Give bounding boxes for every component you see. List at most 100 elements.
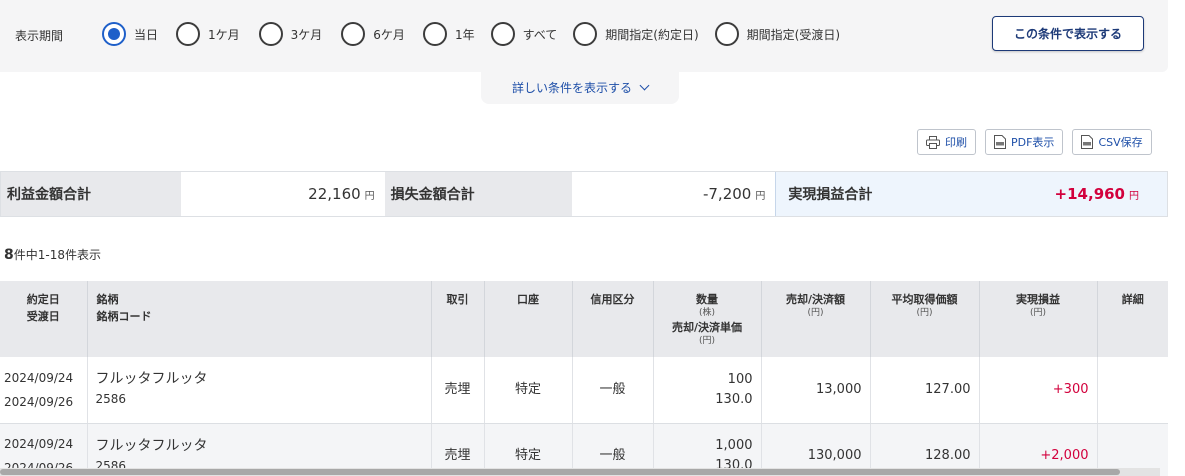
col-unit-price-unit: (円) — [698, 336, 716, 346]
realized-pl-table: 約定日受渡日 銘柄 銘柄コード 取引 口座 信用区分 数量 (株) 売却/決済単価 (円… — [0, 281, 1168, 476]
table-row: 2024/09/242024/09/26 フルッタフルッタ2586 売埋 特定 … — [0, 357, 1168, 424]
period-label: 表示期間 — [15, 29, 64, 43]
summary-bar: 利益金額合計 22,160 円 損失金額合計 -7,200 円 実現損益合計 +14… — [0, 171, 1168, 217]
print-button[interactable]: 印刷 — [917, 129, 976, 155]
loss-total-amount: -7,200 — [702, 185, 752, 203]
col-avg-label: 平均取得価額 — [891, 293, 958, 306]
stock-name: フルッタフルッタ — [95, 437, 208, 454]
table-header-row: 約定日受渡日 銘柄 銘柄コード 取引 口座 信用区分 数量 (株) 売却/決済単価 (円… — [0, 281, 1168, 357]
col-trade-date: 約定日 — [26, 293, 60, 306]
settle-date: 2024/09/26 — [4, 394, 74, 409]
radio-3month[interactable]: 3ケ月 — [258, 22, 323, 46]
col-name: 銘柄 銘柄コード — [87, 281, 432, 357]
col-amount-unit: (円) — [807, 308, 824, 318]
filter-panel: 表示期間 当日 1ケ月 3ケ月 6ケ月 1年 すべて 期間指定(約定日) 期間指… — [0, 0, 1168, 72]
more-conditions-label: 詳しい条件を表示する — [511, 80, 632, 95]
col-avg: 平均取得価額 (円) — [870, 281, 980, 357]
radio-circle-checked[interactable] — [102, 22, 126, 46]
margin-type: 一般 — [572, 357, 654, 424]
trade-date: 2024/09/24 — [4, 437, 74, 451]
realized-pl: +300 — [979, 357, 1098, 424]
csv-file-icon — [1081, 135, 1094, 149]
horizontal-scrollbar[interactable] — [0, 468, 1160, 476]
pdf-button[interactable]: PDF表示 — [985, 129, 1064, 155]
profit-total-amount: 22,160 — [308, 185, 361, 203]
quantity: 1,000 — [715, 438, 753, 453]
result-range-text: 件中1-18件表示 — [13, 248, 101, 262]
stock-code: 2586 — [95, 392, 127, 407]
col-qty-label: 数量 — [696, 293, 718, 306]
realized-pl-value: +14,960 円 — [1055, 185, 1139, 203]
trade-date: 2024/09/24 — [4, 370, 74, 385]
period-radio-group: 当日 1ケ月 3ケ月 6ケ月 1年 すべて 期間指定(約定日) 期間指定(受渡日… — [102, 22, 840, 46]
col-qty-unit: (株) — [698, 308, 716, 318]
radio-label: 6ケ月 — [373, 27, 405, 42]
result-total: 8 — [4, 247, 14, 263]
realized-pl-total: 実現損益合計 +14,960 円 — [775, 172, 1167, 216]
radio-1month[interactable]: 1ケ月 — [176, 22, 240, 46]
unit-price: 130.0 — [715, 391, 753, 407]
col-detail: 詳細 — [1097, 281, 1168, 357]
radio-all[interactable]: すべて — [490, 22, 558, 46]
radio-range-trade-date[interactable]: 期間指定(約定日) — [573, 22, 699, 46]
radio-label: 1年 — [454, 27, 475, 42]
apply-conditions-button[interactable]: この条件で表示する — [992, 16, 1144, 51]
radio-6month[interactable]: 6ケ月 — [341, 22, 405, 46]
realized-pl-label: 実現損益合計 — [788, 187, 873, 203]
radio-circle[interactable] — [714, 22, 739, 46]
scrollbar-thumb[interactable] — [0, 469, 1120, 475]
result-count: 8件中1-18件表示 — [4, 246, 101, 263]
radio-circle[interactable] — [258, 22, 283, 46]
show-detailed-conditions-toggle[interactable]: 詳しい条件を表示する — [481, 70, 679, 104]
date-cell: 2024/09/24 2024/09/26 — [0, 357, 88, 424]
loss-total-label: 損失金額合計 — [384, 172, 572, 216]
trade-type: 売埋 — [431, 357, 485, 424]
radio-circle[interactable] — [573, 22, 598, 46]
yen-unit: 円 — [364, 190, 375, 202]
profit-total-value: 22,160 円 — [180, 172, 385, 216]
col-pl: 実現損益 (円) — [979, 281, 1098, 357]
pdf-label: PDF表示 — [1011, 136, 1055, 149]
csv-label: CSV保存 — [1098, 136, 1143, 149]
radio-label: すべて — [522, 27, 558, 42]
stock-cell: フルッタフルッタ 2586 — [87, 357, 432, 424]
yen-unit: 円 — [755, 190, 766, 202]
loss-total-value: -7,200 円 — [571, 172, 776, 216]
quantity: 100 — [727, 371, 753, 387]
profit-total-label: 利益金額合計 — [1, 172, 181, 216]
radio-circle[interactable] — [341, 22, 366, 46]
col-pl-unit: (円) — [1029, 308, 1047, 318]
print-label: 印刷 — [945, 136, 967, 149]
col-account: 口座 — [484, 281, 573, 357]
chevron-down-icon — [639, 80, 650, 90]
avg-cost: 127.00 — [870, 357, 980, 424]
realized-pl-amount: +14,960 — [1054, 185, 1125, 203]
radio-label: 3ケ月 — [290, 27, 323, 42]
col-amount: 売却/決済額 (円) — [761, 281, 871, 357]
col-pl-label: 実現損益 — [1016, 293, 1060, 306]
stock-name: フルッタフルッタ — [95, 371, 208, 388]
col-qty: 数量 (株) 売却/決済単価 (円) — [653, 281, 762, 357]
col-avg-unit: (円) — [916, 308, 933, 318]
col-date: 約定日 受渡日 — [0, 281, 88, 357]
csv-button[interactable]: CSV保存 — [1072, 129, 1152, 155]
radio-circle[interactable] — [490, 22, 515, 46]
col-settle-date: 受渡日 — [26, 310, 60, 323]
account-type: 特定 — [484, 357, 573, 424]
radio-circle[interactable] — [422, 22, 447, 46]
radio-circle[interactable] — [176, 22, 201, 46]
radio-today[interactable]: 当日 — [102, 22, 158, 46]
yen-unit: 円 — [1129, 191, 1139, 202]
detail-cell — [1097, 357, 1168, 424]
radio-1year[interactable]: 1年 — [422, 22, 475, 46]
radio-label: 当日 — [134, 27, 159, 42]
radio-range-settle-date[interactable]: 期間指定(受渡日) — [714, 22, 841, 46]
radio-label: 期間指定(受渡日) — [746, 27, 841, 42]
col-margin: 信用区分 — [572, 281, 654, 357]
toolbar: 印刷 PDF表示 CSV保存 — [917, 129, 1152, 155]
col-unit-price: 売却/決済単価 — [671, 321, 743, 334]
radio-label: 期間指定(約定日) — [605, 27, 699, 42]
sale-amount: 13,000 — [761, 357, 871, 424]
qty-price-cell: 100 130.0 — [653, 357, 762, 424]
col-trade: 取引 — [431, 281, 485, 357]
